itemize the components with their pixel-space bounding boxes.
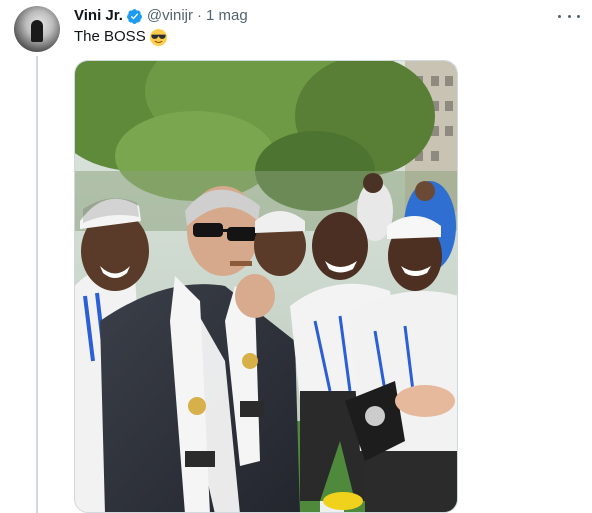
verified-badge-icon: [126, 8, 142, 24]
photo-image: [75, 61, 457, 512]
tweet-text: The BOSS: [74, 27, 167, 47]
tweet[interactable]: Vini Jr. @vinijr · 1 mag The BOSS: [0, 0, 592, 513]
tweet-text-content: The BOSS: [74, 28, 146, 45]
tweet-photo[interactable]: [74, 60, 458, 513]
tweet-header: Vini Jr. @vinijr · 1 mag: [74, 6, 248, 26]
tweet-timestamp[interactable]: 1 mag: [206, 6, 248, 26]
author-name[interactable]: Vini Jr.: [74, 6, 123, 26]
author-handle[interactable]: @vinijr: [147, 6, 193, 26]
thread-line: [36, 56, 38, 513]
author-avatar[interactable]: [14, 6, 60, 52]
sunglasses-emoji-icon: [149, 28, 167, 46]
separator-dot: ·: [196, 7, 202, 24]
more-options-icon[interactable]: [558, 6, 580, 26]
